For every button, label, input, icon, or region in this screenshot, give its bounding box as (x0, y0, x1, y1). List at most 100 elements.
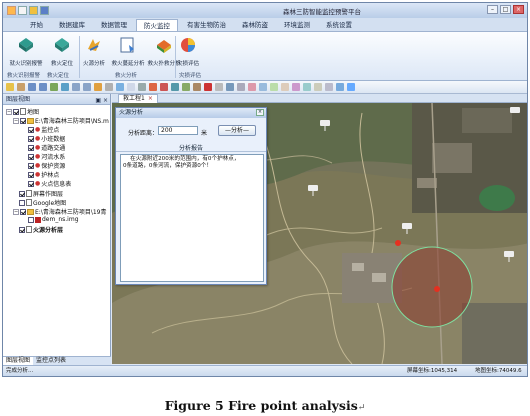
loss-assess-button[interactable]: 灾损评估 (167, 35, 209, 67)
back-icon[interactable] (72, 83, 80, 91)
buffer-icon[interactable] (248, 83, 256, 91)
title-bar: 森林三防智能监控预警平台 – □ × (3, 3, 527, 18)
loss-assess-icon (181, 38, 195, 52)
info-icon[interactable] (336, 83, 344, 91)
ribbon-tabs: 开始 数据建库 数据管理 防火监控 有害生物防治 森林防盗 环境监测 系统设置 (3, 18, 527, 32)
layer-checkbox[interactable] (19, 190, 25, 197)
layer-checkbox[interactable] (28, 171, 34, 178)
layer-icon[interactable] (116, 83, 124, 91)
close-button[interactable]: × (513, 5, 524, 14)
forward-icon[interactable] (83, 83, 91, 91)
tab-settings[interactable]: 系统设置 (319, 19, 359, 31)
app-icon[interactable] (7, 6, 16, 15)
style-icon[interactable] (292, 83, 300, 91)
full-extent-icon[interactable] (50, 83, 58, 91)
query-icon[interactable] (270, 83, 278, 91)
layer-checkbox[interactable] (28, 153, 34, 160)
table-icon[interactable] (127, 83, 135, 91)
select-tool-icon[interactable] (6, 83, 14, 91)
screen-coordinates: 屏幕坐标:1045,314 (407, 368, 458, 374)
dialog-close-button[interactable]: × (256, 109, 264, 116)
collapse-icon[interactable]: − (13, 208, 19, 215)
tab-layer-view[interactable]: 图层视图 (3, 357, 34, 365)
layer-checkbox[interactable] (20, 117, 26, 124)
tree-node-dem[interactable]: dem_ns.img (28, 216, 79, 223)
layer-checkbox[interactable] (28, 144, 34, 151)
map-document-tab[interactable]: 救工程1 × (118, 94, 158, 103)
layer-checkbox[interactable] (28, 126, 34, 133)
layer-checkbox[interactable] (19, 199, 25, 206)
distance-input[interactable]: 200 (158, 126, 198, 135)
edit-icon[interactable] (193, 83, 201, 91)
layer-checkbox[interactable] (13, 108, 19, 115)
tab-close-icon[interactable]: × (148, 95, 153, 102)
tab-monitor-list[interactable]: 监控点列表 (33, 357, 69, 365)
zoom-out-icon[interactable] (39, 83, 47, 91)
fire-source-icon (88, 39, 100, 51)
fire-point-marker[interactable] (395, 240, 401, 246)
grid-icon[interactable] (237, 83, 245, 91)
zoom-in-icon[interactable] (28, 83, 36, 91)
tree-node-map[interactable]: − 地图 (6, 107, 39, 116)
tab-fire-monitor[interactable]: 防火监控 (136, 19, 178, 31)
layer-checkbox[interactable] (19, 226, 25, 233)
tree-node-firepoints[interactable]: ● 火点信息表 (28, 179, 71, 188)
tree-node-screen-layer[interactable]: 屏幕作图层 (19, 189, 63, 198)
tree-node-rivers[interactable]: ● 河流水系 (28, 152, 65, 161)
tree-node-ranger[interactable]: ● 护林点 (28, 170, 59, 179)
tab-forest-theft[interactable]: 森林防盗 (235, 19, 275, 31)
layer-checkbox[interactable] (28, 162, 34, 169)
tab-data-manage[interactable]: 数据管理 (94, 19, 134, 31)
analyze-button[interactable]: —分析— (218, 125, 256, 136)
print-icon[interactable] (138, 83, 146, 91)
layer-checkbox[interactable] (20, 208, 26, 215)
report-textarea[interactable]: 在火源附近200米的范围内，有0个护林点， 0条道路，0条河流，保护资源0个！ (120, 154, 264, 282)
collapse-icon[interactable]: − (13, 117, 19, 124)
new-file-icon[interactable] (18, 6, 27, 15)
export-icon[interactable] (281, 83, 289, 91)
draw-point-icon[interactable] (149, 83, 157, 91)
minimize-button[interactable]: – (487, 5, 498, 14)
collapse-icon[interactable]: − (6, 108, 12, 115)
tab-start[interactable]: 开始 (23, 19, 50, 31)
loss-assess-label: 灾损评估 (176, 61, 199, 67)
tree-node-protect[interactable]: ● 保护资源 (28, 161, 65, 170)
layer-checkbox[interactable] (28, 216, 34, 223)
fire-source-marker[interactable] (434, 286, 440, 292)
north-arrow-icon[interactable] (325, 83, 333, 91)
tree-node-dem-folder[interactable]: − E:\青海森林三防项目\19青 (13, 207, 107, 216)
tree-node-monitor[interactable]: ● 监控点 (28, 125, 59, 134)
identify-icon[interactable] (94, 83, 102, 91)
legend-icon[interactable] (303, 83, 311, 91)
tab-pest-control[interactable]: 有害生物防治 (180, 19, 233, 31)
tree-node-google[interactable]: Google地图 (19, 198, 66, 207)
text-icon[interactable] (215, 83, 223, 91)
pan-tool-icon[interactable] (17, 83, 25, 91)
draw-poly-icon[interactable] (171, 83, 179, 91)
tree-node-ns-map[interactable]: − E:\青海森林三防项目\NS.m (13, 116, 109, 125)
symbol-icon[interactable] (226, 83, 234, 91)
tree-node-roads[interactable]: ● 道路交通 (28, 143, 65, 152)
tab-environment[interactable]: 环境监测 (277, 19, 317, 31)
refresh-icon[interactable] (61, 83, 69, 91)
maximize-button[interactable]: □ (500, 5, 511, 14)
layer-checkbox[interactable] (28, 180, 34, 187)
scale-icon[interactable] (314, 83, 322, 91)
help-icon[interactable] (347, 83, 355, 91)
tab-data-build[interactable]: 数据建库 (52, 19, 92, 31)
tree-node-subcompartment[interactable]: ● 小班数据 (28, 134, 65, 143)
ribbon: 就火识别报警 救火定位 火源分析 救火蔓延分析 救火扑救分析 灾损评估 救火识别… (3, 32, 527, 81)
draw-line-icon[interactable] (160, 83, 168, 91)
measure-icon[interactable] (105, 83, 113, 91)
dialog-title: 火源分析 (119, 109, 144, 116)
camera-icon[interactable] (510, 107, 520, 113)
quick-access-toolbar (7, 6, 49, 15)
open-folder-icon[interactable] (29, 6, 38, 15)
tree-node-fire-analysis[interactable]: 火源分析层 (19, 225, 63, 234)
draw-rect-icon[interactable] (182, 83, 190, 91)
save-icon[interactable] (40, 6, 49, 15)
layer-checkbox[interactable] (28, 135, 34, 142)
dialog-header: 火源分析 × (116, 108, 266, 118)
overlay-icon[interactable] (259, 83, 267, 91)
delete-icon[interactable] (204, 83, 212, 91)
